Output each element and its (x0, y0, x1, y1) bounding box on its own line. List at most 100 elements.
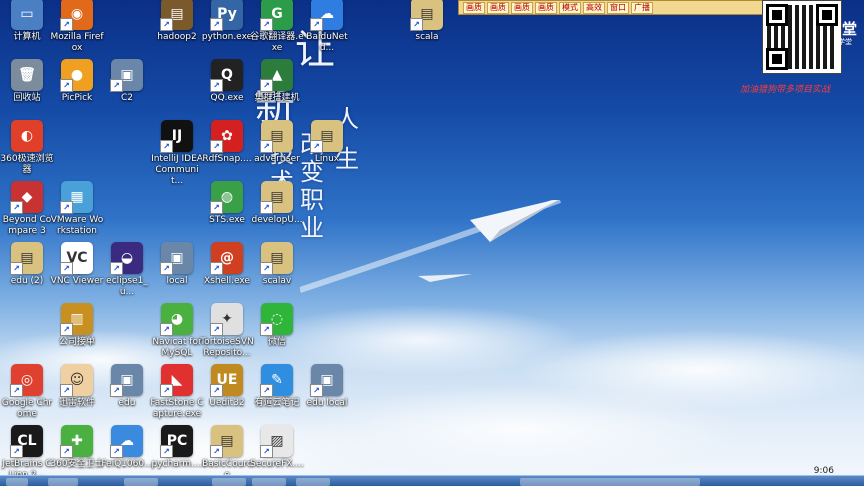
taskbar-item[interactable] (296, 478, 330, 486)
desktop-icon[interactable]: ▨ ↗ SecureFX.... (250, 425, 304, 470)
taskbar-item[interactable] (48, 478, 78, 486)
desktop-icon[interactable]: ✿ ↗ RdfSnap.... (200, 120, 254, 165)
desktop-icon[interactable]: CL↗JetBrains CLion 2... (0, 425, 54, 481)
desktop-icon-label: C2 (120, 93, 133, 103)
app-icon: ▣ ↗ (160, 242, 193, 275)
desktop-icon[interactable]: ▤ ↗ advertiser (250, 120, 304, 165)
desktop-icon[interactable]: ▤ ↗ developU... (250, 181, 304, 226)
desktop-icon[interactable]: ◒ ↗ eclipse1_u... (100, 242, 154, 298)
shortcut-arrow-icon: ↗ (160, 384, 173, 397)
app-icon: Q ↗ (210, 59, 243, 92)
desktop-icon[interactable]: ▣ ↗ local (150, 242, 204, 287)
desktop-icon[interactable]: ☺ ↗ 迅雷软件 (50, 364, 104, 409)
desktop-icon[interactable]: ◐ 360极速浏览器 (0, 120, 54, 176)
desktop-icon-label: local (166, 276, 188, 286)
shortcut-arrow-icon: ↗ (210, 140, 223, 153)
desktop-icon[interactable]: ◉ ↗ Mozilla Firefox (50, 0, 104, 54)
app-icon: ✦ ↗ (210, 303, 243, 336)
toolbar-button[interactable]: 模式 (559, 1, 581, 14)
app-icon: PC ↗ (160, 425, 193, 458)
desktop-icon[interactable]: IJ ↗ IntelliJ IDEA Communit... (150, 120, 204, 187)
toolbar-button[interactable]: 窗口 (607, 1, 629, 14)
toolbar-button[interactable]: 画质 (535, 1, 557, 14)
desktop-icon[interactable]: ▣ ↗ edu local (300, 364, 354, 409)
paper-plane-illustration (300, 200, 562, 293)
shortcut-arrow-icon: ↗ (60, 201, 73, 214)
desktop-icon[interactable]: ✚ ↗ 360安全卫士 (50, 425, 104, 470)
app-icon: ◍ ↗ (210, 181, 243, 214)
desktop-icon[interactable]: ▦ ↗ VMware Workstation (50, 181, 104, 237)
shortcut-arrow-icon: ↗ (260, 384, 273, 397)
taskbar-item[interactable] (252, 478, 286, 486)
app-icon: ✚ ↗ (60, 425, 93, 458)
app-icon: ● ↗ (60, 59, 93, 92)
desktop-icon[interactable]: ◎ ↗ Google Chrome (0, 364, 54, 420)
desktop-icon[interactable]: ▭ 计算机 (0, 0, 54, 43)
taskbar[interactable] (0, 475, 864, 486)
app-icon: ▦ ↗ (60, 181, 93, 214)
desktop-icon[interactable]: G ↗ 谷歌翻译器.exe (250, 0, 304, 54)
toolbar-button[interactable]: 画质 (511, 1, 533, 14)
desktop-icon-label: Beyond Compare 3 (2, 215, 52, 236)
app-icon: ◐ (11, 120, 43, 152)
desktop-icon-label: 计算机 (13, 32, 41, 42)
toolbar-button[interactable]: 广播 (631, 1, 653, 14)
app-icon: IJ ↗ (160, 120, 193, 153)
desktop-icon[interactable]: ▣ ↗ C2 (100, 59, 154, 104)
desktop-icon[interactable]: Py ↗ python.exe (200, 0, 254, 43)
desktop-icon[interactable]: ▣ ↗ edu (100, 364, 154, 409)
desktop-icon[interactable]: ☁ ↗ FeiQ1060... (100, 425, 154, 470)
desktop-icon[interactable]: ◣ ↗ FastStone Capture.exe (150, 364, 204, 420)
recorder-toolbar: 画质 画质 画质 画质 模式 高效 窗口 广播 (458, 0, 764, 15)
shortcut-arrow-icon: ↗ (60, 79, 73, 92)
system-tray[interactable] (520, 478, 700, 486)
app-icon: ▤ ↗ (260, 120, 293, 153)
shortcut-arrow-icon: ↗ (210, 323, 223, 336)
desktop-icon[interactable]: ▥ ↗ 公司接单 (50, 303, 104, 348)
shortcut-arrow-icon: ↗ (110, 262, 123, 275)
shortcut-arrow-icon: ↗ (160, 140, 173, 153)
shortcut-arrow-icon: ↗ (60, 262, 73, 275)
desktop-icon[interactable]: @ ↗ Xshell.exe (200, 242, 254, 287)
shortcut-arrow-icon: ↗ (260, 262, 273, 275)
desktop-icon-label: Navicat for MySQL (152, 337, 202, 358)
toolbar-button[interactable]: 高效 (583, 1, 605, 14)
toolbar-button[interactable]: 画质 (463, 1, 485, 14)
desktop-icon[interactable]: Q ↗ QQ.exe (200, 59, 254, 104)
taskbar-item[interactable] (212, 478, 246, 486)
desktop-icon[interactable]: ▤ ↗ scalav (250, 242, 304, 287)
desktop-icon[interactable]: PC ↗ pycharm.... (150, 425, 204, 470)
shortcut-arrow-icon: ↗ (260, 201, 273, 214)
desktop-icon[interactable]: ✦ ↗ TortoiseSVN Reposito... (200, 303, 254, 359)
desktop-icon[interactable]: ◌ ↗ 微信 (250, 303, 304, 348)
shortcut-arrow-icon: ↗ (110, 445, 123, 458)
start-button[interactable] (6, 478, 28, 486)
desktop-icon[interactable]: ▤ ↗ scala (400, 0, 454, 43)
desktop-icon[interactable]: ✎ ↗ 有道云笔记 (250, 364, 304, 409)
shortcut-arrow-icon: ↗ (10, 445, 23, 458)
desktop-icon[interactable]: ▤ ↗ Linux (300, 120, 354, 165)
desktop-icon[interactable]: ▲ ↗ 集群搭建机 (250, 59, 304, 104)
shortcut-arrow-icon: ↗ (160, 445, 173, 458)
shortcut-arrow-icon: ↗ (260, 140, 273, 153)
taskbar-item[interactable] (124, 478, 158, 486)
promo-text: 加油猎狗带多项目实战 (740, 85, 831, 95)
desktop-icon[interactable]: VC ↗ VNC Viewer (50, 242, 104, 287)
desktop-icon[interactable]: ◆ ↗ Beyond Compare 3 (0, 181, 54, 237)
app-icon: ▣ ↗ (110, 364, 143, 397)
desktop-icon[interactable]: 🗑 回收站 (0, 59, 54, 104)
toolbar-button[interactable]: 画质 (487, 1, 509, 14)
desktop-icon-label: 360安全卫士 (50, 459, 104, 469)
desktop-icon[interactable]: ▤ ↗ edu (2) (0, 242, 54, 287)
shortcut-arrow-icon: ↗ (60, 18, 73, 31)
desktop-icon[interactable]: ▤ ↗ hadoop2 (150, 0, 204, 43)
desktop-icon[interactable]: ▤↗BasicCource (200, 425, 254, 481)
desktop-icon[interactable]: ☁ ↗ BaiduNetd... (300, 0, 354, 54)
desktop-icon[interactable]: ◍ ↗ STS.exe (200, 181, 254, 226)
app-icon: ▲ ↗ (260, 59, 293, 92)
desktop-icon[interactable]: ● ↗ PicPick (50, 59, 104, 104)
desktop-icon[interactable]: UE ↗ Uedit32 (200, 364, 254, 409)
desktop-icon-label: BaiduNetd... (306, 32, 348, 53)
desktop-icon-label: QQ.exe (210, 93, 244, 103)
desktop-icon[interactable]: ◕ ↗ Navicat for MySQL (150, 303, 204, 359)
